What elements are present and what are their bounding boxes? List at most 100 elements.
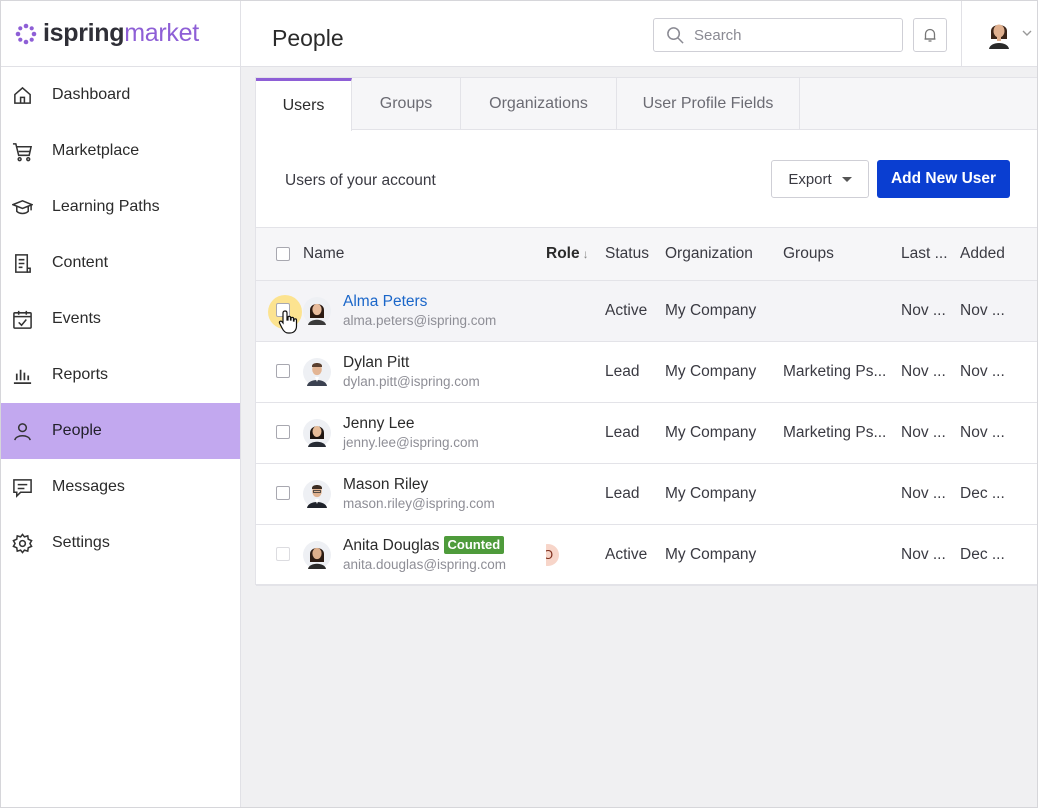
table-row[interactable]: Anita Douglas Counted anita.douglas@ispri…: [256, 524, 1037, 585]
user-email: anita.douglas@ispring.com: [343, 556, 507, 572]
row-select-cell: [256, 341, 303, 402]
table-row[interactable]: Jenny Lee jenny.lee@ispring.com Lead My …: [256, 402, 1037, 463]
groups-cell: [783, 524, 901, 585]
row-select-cell: [256, 524, 303, 585]
groups-cell: [783, 463, 901, 524]
sidebar-item-label: Content: [52, 254, 109, 271]
user-email: alma.peters@ispring.com: [343, 312, 497, 328]
sidebar-item-settings[interactable]: Settings: [1, 515, 240, 571]
sidebar-item-label: Dashboard: [52, 86, 131, 103]
role-cell: [546, 341, 605, 402]
sidebar-item-messages[interactable]: Messages: [1, 459, 240, 515]
table-row[interactable]: Mason Riley mason.riley@ispring.com Lead…: [256, 463, 1037, 524]
sidebar-item-people[interactable]: People: [1, 403, 240, 459]
sidebar-item-dashboard[interactable]: Dashboard: [1, 67, 240, 123]
ispring-logo-icon: [15, 23, 37, 44]
user-name[interactable]: Mason Riley: [343, 475, 495, 494]
sidebar-item-label: Messages: [52, 478, 125, 495]
export-button[interactable]: Export: [771, 160, 869, 198]
user-name[interactable]: Anita Douglas Counted: [343, 536, 506, 555]
bar-chart-icon: [11, 364, 33, 386]
status-cell: Active: [605, 545, 648, 563]
document-icon: [11, 252, 33, 274]
column-header-added[interactable]: Added: [960, 228, 1037, 280]
search-input[interactable]: [694, 26, 874, 44]
table-row[interactable]: Dylan Pitt dylan.pitt@ispring.com Lead M…: [256, 341, 1037, 402]
brand-name: ispringmarket: [43, 19, 199, 47]
chevron-down-icon[interactable]: [1021, 27, 1033, 39]
column-header-status[interactable]: Status: [605, 228, 665, 280]
select-all-checkbox[interactable]: [276, 246, 290, 261]
added-cell: Nov ...: [960, 423, 1005, 441]
users-toolbar: Users of your account Export Add New Use…: [256, 130, 1037, 228]
cart-icon: [11, 140, 33, 162]
export-button-label: Export: [788, 170, 832, 188]
bell-icon: [924, 28, 936, 42]
tab-users[interactable]: Users: [256, 78, 352, 131]
user-name[interactable]: Dylan Pitt: [343, 353, 480, 372]
added-cell: Dec ...: [960, 484, 1005, 502]
user-cell: Mason Riley mason.riley@ispring.com: [303, 463, 546, 524]
sidebar-nav: Dashboard Marketplace Learning Paths Con…: [1, 67, 240, 571]
sidebar-item-label: Events: [52, 310, 101, 327]
user-avatar[interactable]: [983, 17, 1015, 49]
sidebar-item-marketplace[interactable]: Marketplace: [1, 123, 240, 179]
sidebar-item-events[interactable]: Events: [1, 291, 240, 347]
row-select-cell: [256, 280, 303, 341]
table-row[interactable]: Alma Peters alma.peters@ispring.com Acti…: [256, 280, 1037, 341]
sidebar-item-learning-paths[interactable]: Learning Paths: [1, 179, 240, 235]
add-new-user-button[interactable]: Add New User: [877, 160, 1010, 198]
groups-cell: Marketing Ps...: [783, 362, 887, 380]
users-panel: Users Groups Organizations User Profile …: [255, 77, 1037, 585]
last-cell: Nov ...: [901, 301, 946, 319]
tab-groups[interactable]: Groups: [352, 78, 461, 130]
row-select-cell: [256, 402, 303, 463]
status-cell: Active: [605, 301, 648, 319]
logo[interactable]: ispringmarket: [1, 1, 240, 67]
user-cell: Alma Peters alma.peters@ispring.com: [303, 280, 546, 341]
user-email: jenny.lee@ispring.com: [343, 434, 479, 450]
sidebar: ispringmarket Dashboard Marketplace Lear…: [1, 1, 241, 807]
column-header-role[interactable]: Role ↓: [546, 228, 605, 280]
avatar: [303, 296, 331, 325]
column-header-groups[interactable]: Groups: [783, 228, 901, 280]
user-name-link[interactable]: Alma Peters: [343, 292, 496, 311]
last-cell: Nov ...: [901, 362, 946, 380]
column-header-last[interactable]: Last ...: [901, 228, 960, 280]
user-name[interactable]: Jenny Lee: [343, 414, 479, 433]
tab-user-profile-fields[interactable]: User Profile Fields: [617, 78, 800, 130]
organization-cell: My Company: [665, 301, 757, 319]
search-box[interactable]: [653, 18, 903, 52]
column-header-organization[interactable]: Organization: [665, 228, 783, 280]
avatar: [303, 479, 331, 508]
groups-cell: [783, 280, 901, 341]
notifications-button[interactable]: [913, 18, 947, 52]
counted-badge: Counted: [443, 536, 505, 554]
user-email: mason.riley@ispring.com: [343, 495, 495, 511]
last-cell: Nov ...: [901, 423, 946, 441]
sort-arrow-icon: ↓: [582, 246, 589, 261]
row-checkbox[interactable]: [276, 486, 290, 501]
top-header: People: [241, 1, 1037, 67]
groups-cell: Marketing Ps...: [783, 423, 887, 441]
calendar-check-icon: [11, 308, 33, 330]
status-cell: Lead: [605, 362, 640, 380]
role-cell: O: [546, 524, 605, 585]
sidebar-item-reports[interactable]: Reports: [1, 347, 240, 403]
row-checkbox[interactable]: [276, 364, 290, 379]
sidebar-item-label: Marketplace: [52, 142, 140, 159]
sidebar-item-label: Learning Paths: [52, 198, 160, 215]
user-cell: Anita Douglas Counted anita.douglas@ispri…: [303, 524, 546, 585]
added-cell: Dec ...: [960, 545, 1005, 563]
gear-icon: [11, 532, 33, 554]
organization-cell: My Company: [665, 423, 757, 441]
sidebar-item-content[interactable]: Content: [1, 235, 240, 291]
sidebar-item-label: People: [52, 422, 102, 439]
tab-organizations[interactable]: Organizations: [461, 78, 617, 130]
organization-cell: My Company: [665, 484, 757, 502]
column-header-name[interactable]: Name: [303, 228, 546, 280]
avatar: [303, 418, 331, 447]
sidebar-item-label: Reports: [52, 366, 109, 383]
row-checkbox[interactable]: [276, 425, 290, 440]
person-icon: [11, 420, 33, 442]
